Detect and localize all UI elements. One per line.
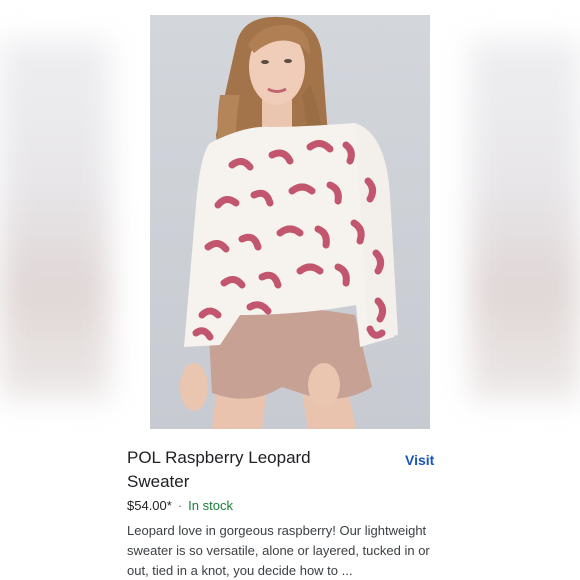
shopping-result-card: POL Raspberry Leopard Sweater Visit $54.… [0,0,580,580]
visit-link[interactable]: Visit [405,452,434,468]
stock-status: In stock [188,498,233,513]
background-blur-right [470,40,580,400]
separator-dot: · [177,498,183,513]
background-blur-left [0,40,110,400]
price-row: $54.00* · In stock [127,498,233,513]
product-description: Leopard love in gorgeous raspberry! Our … [127,523,430,578]
product-image[interactable] [150,15,430,429]
price: $54.00* [127,498,172,513]
product-title[interactable]: POL Raspberry Leopard Sweater [127,446,357,494]
